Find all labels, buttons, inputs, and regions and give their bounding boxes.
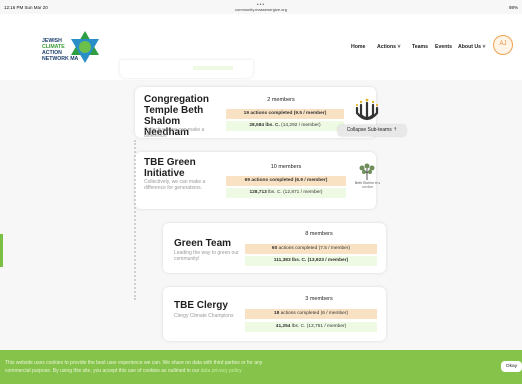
team-card-partial[interactable]	[120, 60, 253, 78]
carbon-bold: 111,383 lbs. C. (13,923 / member)	[273, 258, 349, 263]
privacy-policy-link[interactable]: data privacy policy	[201, 368, 242, 374]
nav-about-us[interactable]: About Us ˅	[458, 44, 486, 50]
carbon-rest: lbs. C. (13,751 / member)	[290, 324, 347, 329]
site-logo[interactable]: JEWISH CLIMATE ACTION NETWORK MA	[42, 38, 78, 62]
actions-text: 19 actions completed (9.5 / member)	[243, 111, 327, 116]
carbon-bold: 28,584 lbs. C.	[249, 123, 280, 128]
carbon-saved: 111,383 lbs. C. (13,923 / member)	[245, 256, 377, 266]
team-description: Collectively we can make a difference!	[144, 127, 205, 139]
actions-text: 69 actions completed (6.9 / member)	[244, 178, 328, 183]
team-description: Collectively, we can make a difference f…	[144, 179, 206, 191]
nav-about-label: About Us	[458, 44, 482, 50]
carbon-saved: 41,254 lbs. C. (13,751 / member)	[245, 322, 377, 332]
chevron-down-icon: ˅	[396, 44, 401, 50]
menorah-logo-icon	[355, 98, 379, 121]
actions-completed: 69 actions completed (6.9 / member)	[226, 176, 346, 186]
nav-actions[interactable]: Actions ˅	[377, 44, 401, 50]
side-tab-marker[interactable]	[0, 234, 3, 267]
nav-teams[interactable]: Teams	[412, 44, 428, 50]
app-root: 12:16 PM Sun Mar 20 ••• community.massen…	[0, 0, 522, 384]
address-url[interactable]: community.massenergize.org	[0, 7, 522, 12]
cookie-text-line1: This website uses cookies to provide the…	[5, 360, 263, 366]
team-name[interactable]: TBE Clergy	[174, 300, 254, 311]
nav-events[interactable]: Events	[435, 44, 452, 50]
carbon-saved: 128,713 lbs. C. (12,871 / member)	[226, 188, 346, 198]
cookie-banner: This website uses cookies to provide the…	[0, 350, 522, 384]
nav-home[interactable]: Home	[351, 44, 365, 50]
tree-logo-icon	[359, 163, 375, 180]
members-count: 3 members	[305, 296, 333, 302]
members-count: 8 members	[305, 231, 333, 237]
team-description: Leading the way to green our community!	[174, 250, 239, 262]
actions-completed: 60 actions completed (7.5 / member)	[245, 244, 377, 254]
team-name[interactable]: TBE Green Initiative	[144, 157, 224, 179]
members-count: 2 members	[267, 97, 295, 103]
beth-elohim-logo-text: Beth Elohim בית אלוהים	[354, 181, 381, 189]
browser-status-bar: 12:16 PM Sun Mar 20 ••• community.massen…	[0, 0, 522, 14]
logo-line-4: NETWORK MA	[42, 56, 79, 62]
team-name[interactable]: Green Team	[174, 238, 254, 249]
actions-rest: actions completed (6 / member)	[279, 311, 349, 316]
carbon-bar-partial	[193, 66, 233, 70]
battery-indicator: 98%	[508, 5, 518, 10]
cookie-text: This website uses cookies to provide the…	[5, 359, 405, 375]
members-count: 10 members	[270, 164, 302, 170]
carbon-bold: 41,254	[275, 324, 291, 329]
subteam-connector	[134, 140, 136, 300]
collapse-subteams-button[interactable]: Collapse Sub-teams ⇡	[338, 125, 406, 136]
cookie-text-line2: commercial purpose. By using this site, …	[5, 368, 200, 374]
actions-rest: actions completed (7.5 / member)	[277, 246, 351, 251]
chevron-down-icon: ˅	[481, 44, 486, 50]
team-description: Clergy Climate Champions	[174, 313, 234, 319]
carbon-bold: 128,713	[249, 190, 267, 195]
user-avatar[interactable]: AJ	[493, 35, 513, 55]
cookie-okay-button[interactable]: Okay	[501, 361, 522, 372]
carbon-rest: lbs. C. (12,871 / member)	[266, 190, 323, 195]
carbon-saved: 28,584 lbs. C. (14,292 / member)	[226, 121, 344, 131]
nav-actions-label: Actions	[377, 44, 397, 50]
carbon-rest: (14,292 / member)	[279, 123, 321, 128]
actions-completed: 18 actions completed (6 / member)	[245, 309, 377, 319]
actions-completed: 19 actions completed (9.5 / member)	[226, 109, 344, 119]
